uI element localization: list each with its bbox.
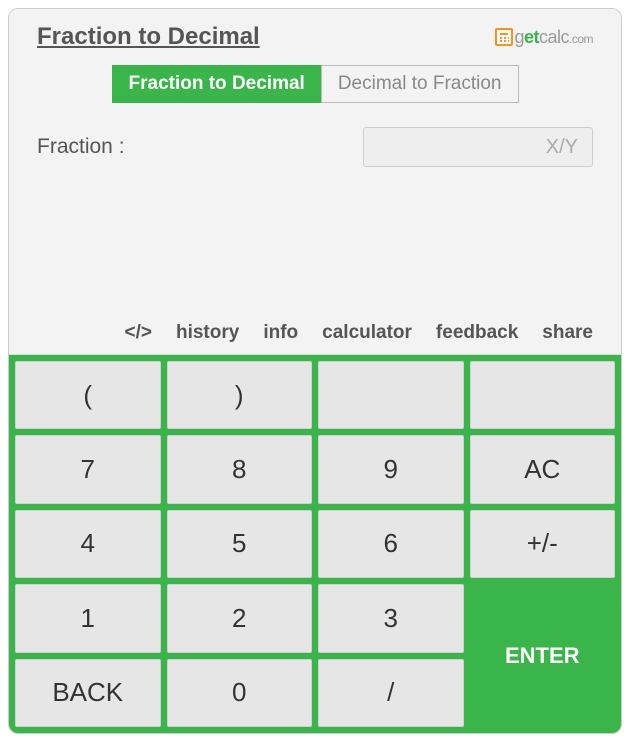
key-3[interactable]: 3 — [318, 584, 464, 652]
key-0[interactable]: 0 — [167, 659, 313, 727]
key-slash[interactable]: / — [318, 659, 464, 727]
fraction-label: Fraction : — [37, 135, 125, 159]
logo-text: getcalc.com — [514, 27, 593, 48]
calculator-icon — [495, 28, 513, 46]
key-enter[interactable]: ENTER — [470, 584, 616, 727]
key-8[interactable]: 8 — [167, 435, 313, 503]
key-1[interactable]: 1 — [15, 584, 161, 652]
key-4[interactable]: 4 — [15, 510, 161, 578]
action-row: </> history info calculator feedback sha… — [37, 314, 593, 354]
key-left-paren[interactable]: ( — [15, 361, 161, 429]
key-plus-minus[interactable]: +/- — [470, 510, 616, 578]
calculator-widget: Fraction to Decimal getcalc.com Fraction… — [8, 8, 622, 734]
share-action[interactable]: share — [542, 322, 593, 344]
key-blank[interactable] — [470, 361, 616, 429]
tab-fraction-to-decimal[interactable]: Fraction to Decimal — [112, 65, 321, 103]
mode-tabs: Fraction to Decimal Decimal to Fraction — [37, 65, 593, 103]
tab-decimal-to-fraction[interactable]: Decimal to Fraction — [321, 65, 519, 103]
key-2[interactable]: 2 — [167, 584, 313, 652]
feedback-action[interactable]: feedback — [436, 322, 518, 344]
key-9[interactable]: 9 — [318, 435, 464, 503]
history-action[interactable]: history — [176, 322, 239, 344]
display-panel: Fraction to Decimal getcalc.com Fraction… — [9, 9, 621, 355]
keypad: ( ) 7 8 9 AC 4 5 6 +/- 1 2 3 ENTER BACK … — [9, 355, 621, 733]
key-right-paren[interactable]: ) — [167, 361, 313, 429]
key-5[interactable]: 5 — [167, 510, 313, 578]
calculator-action[interactable]: calculator — [322, 322, 412, 344]
info-action[interactable]: info — [263, 322, 298, 344]
spacer — [37, 177, 593, 314]
key-7[interactable]: 7 — [15, 435, 161, 503]
fraction-input-row: Fraction : — [37, 127, 593, 167]
page-title: Fraction to Decimal — [37, 23, 260, 51]
key-6[interactable]: 6 — [318, 510, 464, 578]
embed-action[interactable]: </> — [124, 322, 151, 344]
key-blank[interactable] — [318, 361, 464, 429]
title-row: Fraction to Decimal getcalc.com — [37, 23, 593, 51]
key-ac[interactable]: AC — [470, 435, 616, 503]
key-back[interactable]: BACK — [15, 659, 161, 727]
getcalc-logo[interactable]: getcalc.com — [495, 27, 593, 48]
fraction-input[interactable] — [363, 127, 593, 167]
